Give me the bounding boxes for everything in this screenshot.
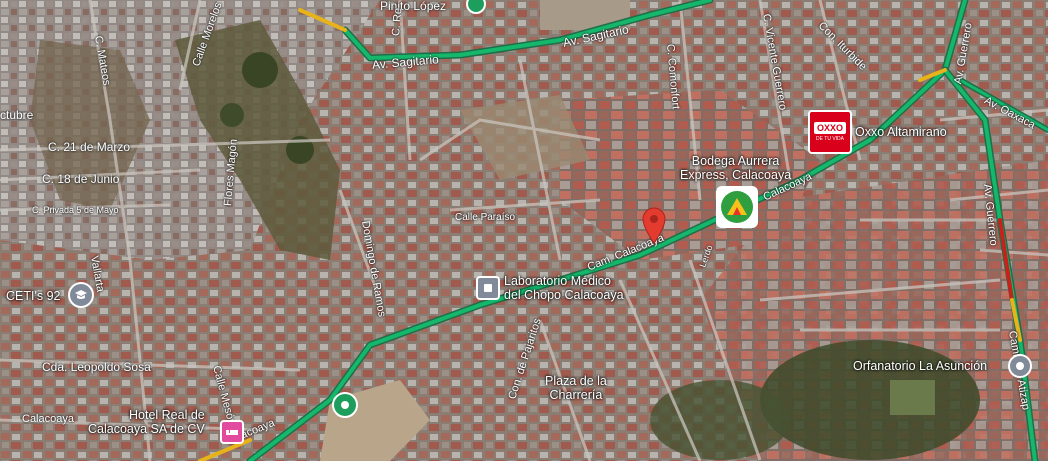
poi-label-orfanatorio[interactable]: Orfanatorio La Asunción (853, 359, 987, 373)
park-pin-icon[interactable] (332, 392, 358, 418)
bodega-name-line1: Bodega Aurrera (691, 154, 780, 168)
hotel-name-line1: Hotel Real de (129, 408, 205, 422)
lab-name-line2: del Chopo Calacoaya (504, 288, 624, 303)
label-cda-leopoldo: Cda. Leopoldo Sosa (42, 360, 151, 374)
map-view[interactable]: Pinito López Av. Sagitario Av. Sagitario… (0, 0, 1048, 461)
orfanatorio-marker-icon[interactable] (1008, 354, 1032, 378)
hotel-bed-icon[interactable] (220, 420, 244, 444)
plaza-name-line2: Charrería (549, 388, 603, 403)
oxxo-logo-text: OXXO (813, 122, 846, 134)
oxxo-tagline: DE TU VIDA (816, 136, 844, 142)
poi-label-bodega[interactable]: Bodega Aurrera Express, Calacoaya (680, 154, 791, 183)
oxxo-store-icon[interactable]: OXXO DE TU VIDA (808, 110, 852, 154)
bodega-name-line2: Express, Calacoaya (680, 168, 792, 183)
label-c-18-junio: C. 18 de Junio (42, 172, 120, 186)
poi-label-lab[interactable]: Laboratorio Médico del Chopo Calacoaya (504, 274, 624, 303)
label-calle-paraiso: Calle Paraíso (455, 212, 516, 223)
label-c-21-marzo: C. 21 de Marzo (48, 140, 131, 154)
label-pinito-lopez: Pinito López (380, 0, 447, 13)
hotel-name-line2: Calacoaya SA de CV (88, 422, 205, 437)
location-pin-icon[interactable] (641, 206, 667, 244)
poi-label-plaza[interactable]: Plaza de la Charrería (545, 374, 607, 403)
lab-name-line1: Laboratorio Médico (504, 274, 612, 288)
school-icon[interactable] (68, 282, 94, 308)
poi-label-ceti[interactable]: CETI's 92 (6, 289, 61, 303)
label-c-re: C. Re (390, 7, 405, 37)
satellite-imagery (0, 0, 1048, 461)
label-calacoaya-left: Calacoaya (22, 413, 74, 425)
label-c-privada-mayo: C. Privada 5 de Mayo (32, 205, 119, 215)
bodega-aurrera-icon[interactable] (716, 186, 758, 228)
poi-label-oxxo[interactable]: Oxxo Altamirano (855, 125, 947, 139)
poi-label-hotel[interactable]: Hotel Real de Calacoaya SA de CV (88, 408, 205, 437)
label-octubre: ctubre (0, 108, 34, 122)
plaza-name-line1: Plaza de la (545, 374, 607, 388)
lab-marker-icon[interactable] (476, 276, 500, 300)
